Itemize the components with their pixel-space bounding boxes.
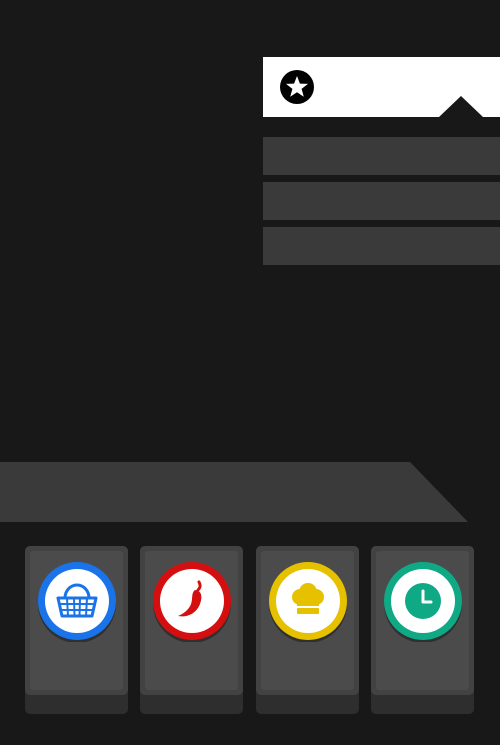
category-tile-chef[interactable] [256,546,359,714]
chili-pepper-icon[interactable] [151,560,233,642]
category-tile-basket[interactable] [25,546,128,714]
chef-hat-icon[interactable] [267,560,349,642]
menu-item-3[interactable] [263,227,500,265]
header-card [263,57,500,117]
menu-item-2[interactable] [263,182,500,220]
category-tile-chili[interactable] [140,546,243,714]
banner-bar [0,462,468,522]
star-icon[interactable] [280,70,314,104]
dropdown-notch [439,96,483,117]
basket-icon[interactable] [36,560,118,642]
clock-icon[interactable] [382,560,464,642]
category-tile-clock[interactable] [371,546,474,714]
menu-item-1[interactable] [263,137,500,175]
